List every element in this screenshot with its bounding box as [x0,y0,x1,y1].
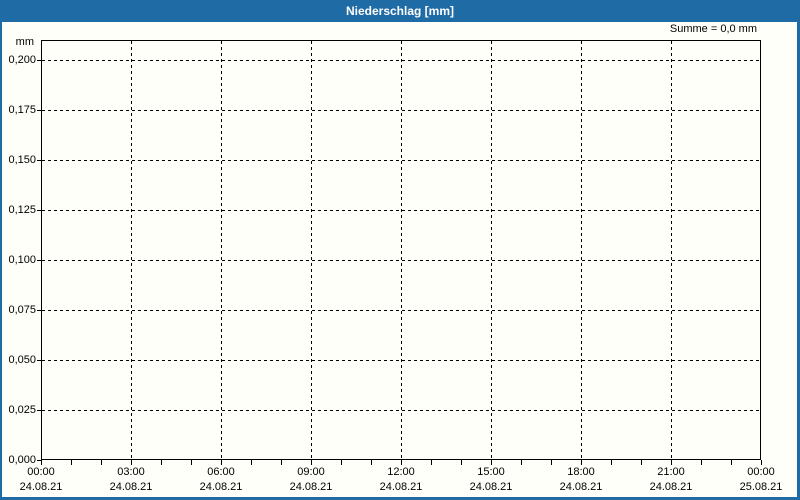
y-axis-tick [37,410,41,411]
x-axis-tick [431,460,432,465]
x-axis-tick [521,460,522,465]
x-time-label: 12:00 [387,466,415,478]
x-axis-tick [131,460,132,465]
x-date-label: 24.08.21 [19,481,63,493]
gridline-vertical [131,41,132,459]
x-axis-tick [461,460,462,465]
gridline-vertical [581,41,582,459]
x-time-label: 00:00 [27,466,55,478]
gridline-vertical [671,41,672,459]
x-date-label: 24.08.21 [649,481,693,493]
y-axis-tick [37,360,41,361]
x-axis-tick [491,460,492,465]
x-time-label: 06:00 [207,466,235,478]
gridline-vertical [401,41,402,459]
y-axis-tick [37,210,41,211]
y-axis-tick [37,110,41,111]
x-time-label: 15:00 [477,466,505,478]
x-time-label: 18:00 [567,466,595,478]
gridline-vertical [311,41,312,459]
y-tick-label: 0,175 [8,104,36,116]
x-axis-tick [311,460,312,465]
x-axis-tick [41,460,42,465]
x-axis-tick [671,460,672,465]
chart-panel: Summe = 0,0 mm mm 0,200 0,175 0,150 0,125 0,… [2,22,797,497]
gridline-vertical [221,41,222,459]
x-date-label: 24.08.21 [379,481,423,493]
x-axis-tick [281,460,282,465]
x-date-label: 24.08.21 [199,481,243,493]
x-axis-tick [101,460,102,465]
x-axis-tick [371,460,372,465]
x-axis-tick [761,460,762,465]
y-tick-label: 0,125 [8,204,36,216]
x-time-label: 03:00 [117,466,145,478]
x-axis-tick [341,460,342,465]
y-axis-tick [37,160,41,161]
x-axis-tick [581,460,582,465]
x-time-label: 00:00 [747,466,775,478]
chart-title-bar: Niederschlag [mm] [0,0,800,22]
x-date-label: 24.08.21 [559,481,603,493]
y-tick-label: 0,000 [8,454,36,466]
x-axis-tick [731,460,732,465]
y-axis-tick [37,310,41,311]
x-date-label: 24.08.21 [109,481,153,493]
y-axis-tick [37,60,41,61]
gridline-vertical [491,41,492,459]
y-tick-label: 0,100 [8,254,36,266]
x-axis-tick [401,460,402,465]
chart-window: Niederschlag [mm] Summe = 0,0 mm mm 0,20… [0,0,800,500]
y-tick-label: 0,075 [8,304,36,316]
x-axis-tick [71,460,72,465]
x-axis-tick [701,460,702,465]
x-axis-tick [251,460,252,465]
x-axis-tick [221,460,222,465]
y-axis-unit-label: mm [15,36,34,48]
x-axis-tick [551,460,552,465]
x-axis-tick [641,460,642,465]
sum-label: Summe = 0,0 mm [669,23,757,35]
x-date-label: 24.08.21 [289,481,333,493]
x-time-label: 09:00 [297,466,325,478]
y-tick-label: 0,050 [8,354,36,366]
x-axis-tick [191,460,192,465]
chart-title: Niederschlag [mm] [345,4,455,18]
y-tick-label: 0,150 [8,154,36,166]
y-tick-label: 0,200 [8,54,36,66]
x-axis-tick [611,460,612,465]
y-tick-label: 0,025 [8,404,36,416]
x-date-label: 24.08.21 [469,481,513,493]
x-time-label: 21:00 [657,466,685,478]
x-axis-tick [161,460,162,465]
x-date-label: 25.08.21 [739,481,783,493]
y-axis-tick [37,260,41,261]
